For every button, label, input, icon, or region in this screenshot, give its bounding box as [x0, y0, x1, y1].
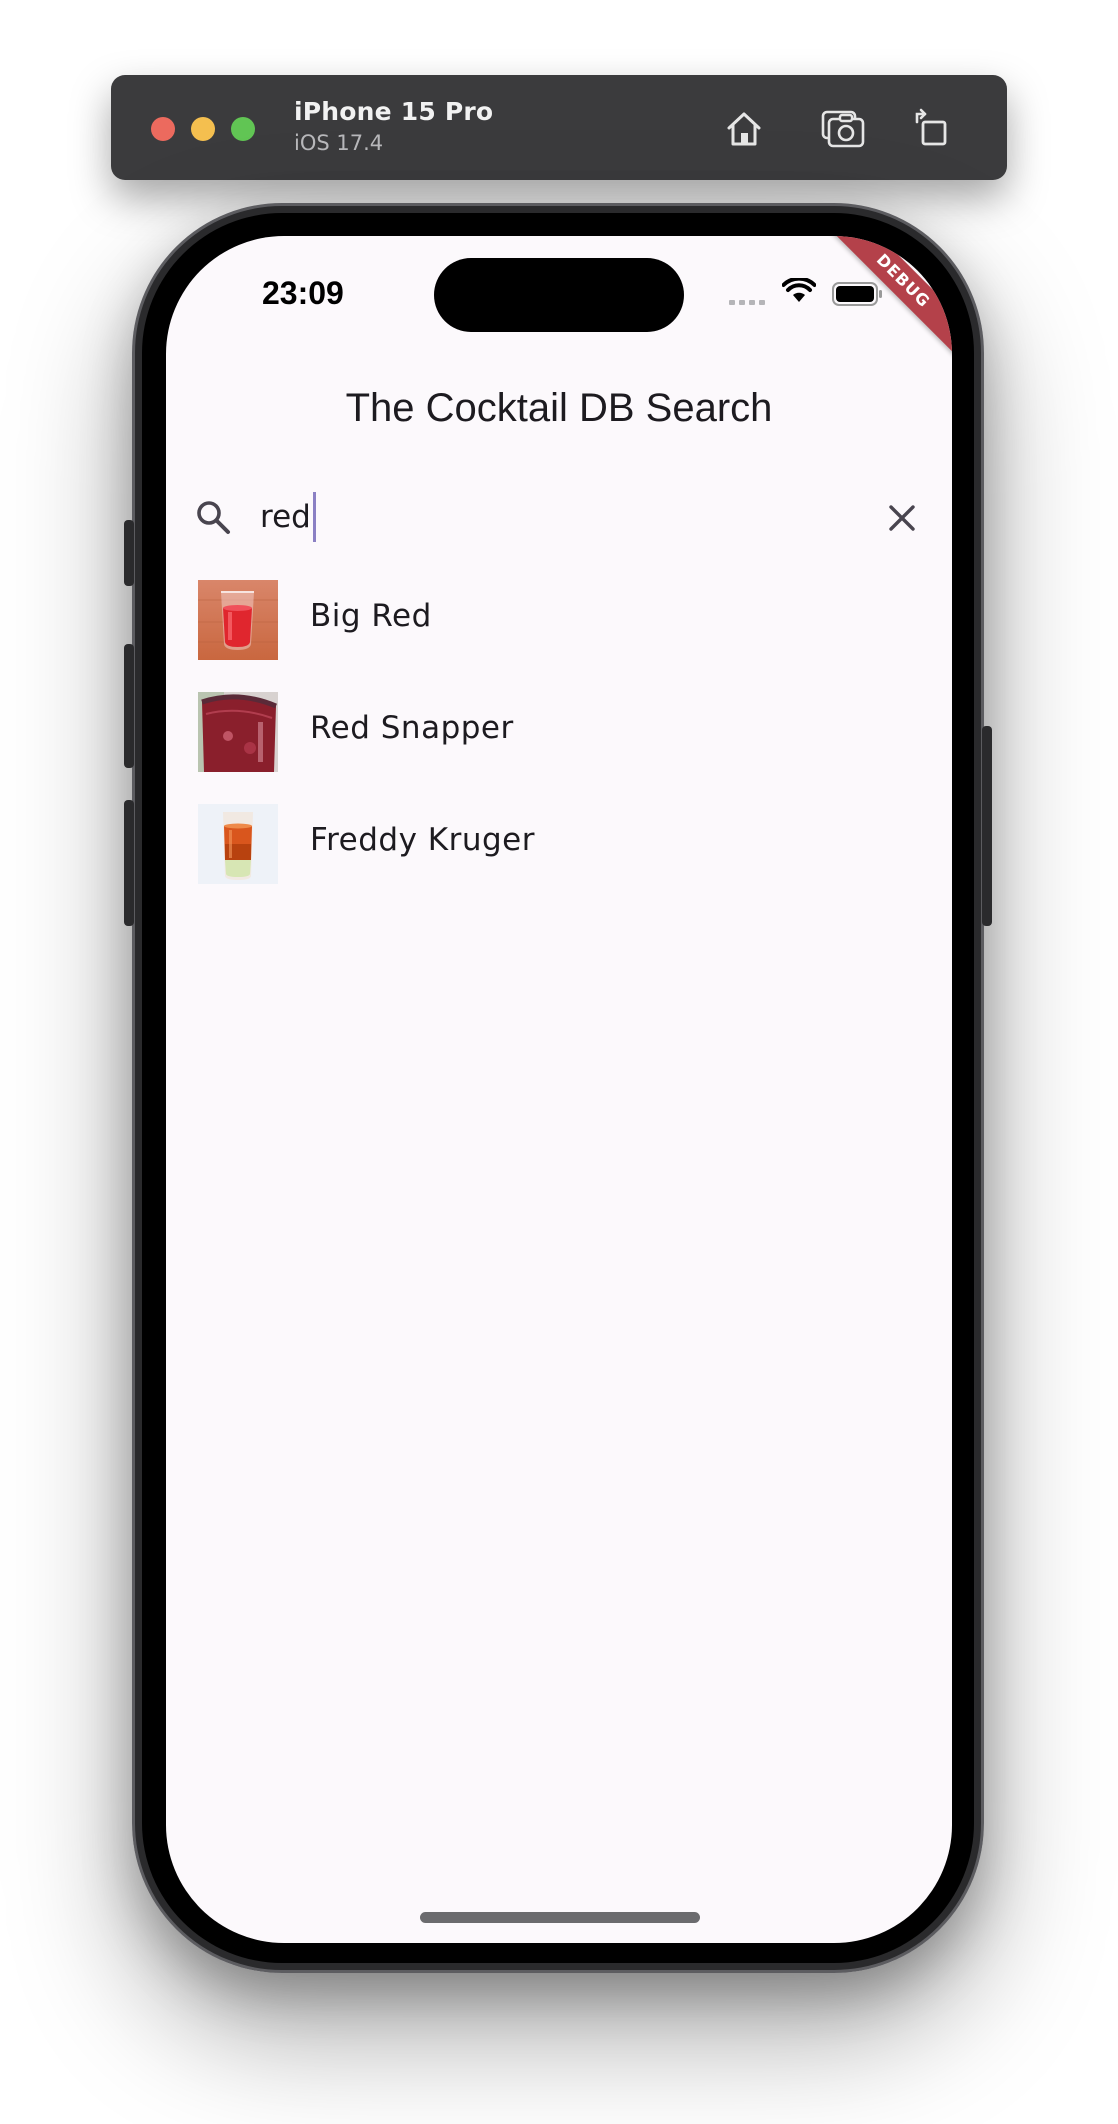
device-name: iPhone 15 Pro — [294, 97, 494, 126]
action-button[interactable] — [124, 520, 134, 586]
cocktail-name: Red Snapper — [310, 710, 514, 746]
dynamic-island — [434, 258, 684, 332]
battery-icon — [832, 282, 882, 306]
orange-shot-photo — [198, 804, 278, 884]
home-icon — [727, 112, 761, 146]
red-drink-photo — [198, 580, 278, 660]
status-time: 23:09 — [262, 275, 344, 311]
home-indicator[interactable] — [420, 1912, 700, 1923]
os-version: iOS 17.4 — [294, 131, 384, 155]
rotate-icon — [915, 108, 947, 146]
page-title: The Cocktail DB Search — [345, 386, 773, 430]
clear-search-button[interactable] — [882, 498, 922, 538]
cocktail-name: Freddy Kruger — [310, 822, 535, 858]
results-list: Big Red Red Snapper Freddy Kruger — [166, 576, 952, 912]
text-cursor — [313, 492, 316, 542]
zoom-window-button[interactable] — [231, 117, 255, 141]
simulator-titlebar: iPhone 15 Pro iOS 17.4 — [111, 75, 1007, 180]
screenshot-button[interactable] — [819, 105, 867, 153]
minimize-window-button[interactable] — [191, 117, 215, 141]
cocktail-name: Big Red — [310, 598, 432, 634]
search-input[interactable] — [260, 494, 760, 540]
list-item[interactable]: Red Snapper — [166, 688, 952, 800]
close-icon — [889, 505, 915, 531]
cocktail-thumbnail — [198, 580, 278, 660]
wifi-icon — [782, 278, 816, 302]
search-bar — [166, 482, 952, 552]
simulator-stage: iPhone 15 Pro iOS 17.4 23:09 DEBUG The C… — [0, 0, 1118, 2124]
close-window-button[interactable] — [151, 117, 175, 141]
phone-screen: 23:09 DEBUG The Cocktail DB Search red B… — [166, 236, 952, 1943]
screenshot-icon — [821, 110, 865, 148]
search-icon — [197, 501, 230, 534]
red-snapper-photo — [198, 692, 278, 772]
list-item[interactable]: Freddy Kruger — [166, 800, 952, 912]
cocktail-thumbnail — [198, 692, 278, 772]
list-item[interactable]: Big Red — [166, 576, 952, 688]
home-button[interactable] — [720, 105, 768, 153]
rotate-button[interactable] — [908, 105, 956, 153]
power-button[interactable] — [982, 726, 992, 926]
volume-up-button[interactable] — [124, 644, 134, 768]
cellular-signal-icon — [729, 300, 765, 305]
volume-down-button[interactable] — [124, 800, 134, 926]
cocktail-thumbnail — [198, 804, 278, 884]
